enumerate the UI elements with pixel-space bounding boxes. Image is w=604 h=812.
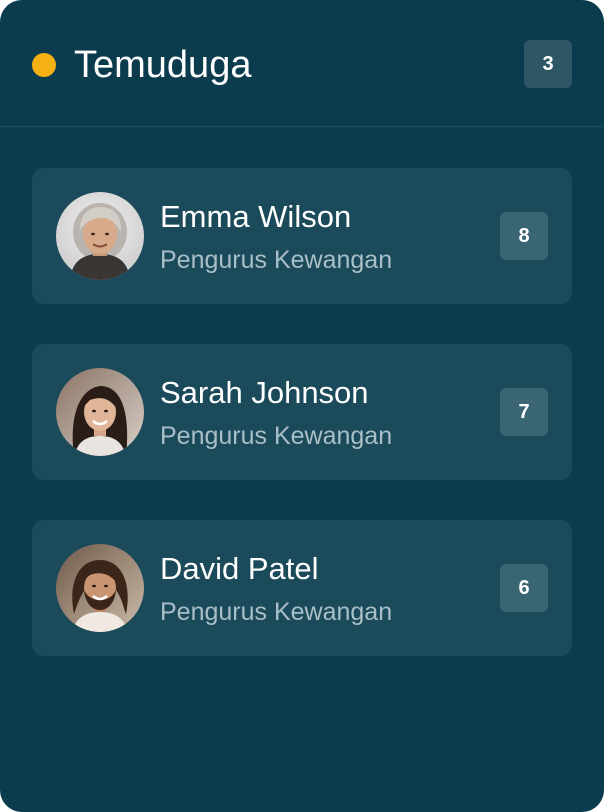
count-badge: 3: [524, 40, 572, 88]
candidate-card[interactable]: David Patel Pengurus Kewangan 6: [32, 520, 572, 656]
candidate-role: Pengurus Kewangan: [160, 422, 393, 450]
candidate-card[interactable]: Sarah Johnson Pengurus Kewangan 7: [32, 344, 572, 480]
status-dot: [32, 53, 56, 77]
candidate-role: Pengurus Kewangan: [160, 246, 393, 274]
score-badge: 6: [500, 564, 548, 612]
candidate-name: David Patel: [160, 551, 319, 586]
avatar-young-woman-icon: [56, 368, 144, 456]
avatar-bearded-man-icon: [56, 544, 144, 632]
avatar: [56, 544, 144, 632]
score-badge: 8: [500, 212, 548, 260]
score-badge: 7: [500, 388, 548, 436]
candidate-card[interactable]: Emma Wilson Pengurus Kewangan 8: [32, 168, 572, 304]
candidate-role: Pengurus Kewangan: [160, 598, 393, 626]
interview-column: Temuduga 3 Emma Wilson Pengurus Kewangan…: [0, 0, 604, 812]
candidate-name: Emma Wilson: [160, 199, 352, 234]
avatar: [56, 192, 144, 280]
column-title: Temuduga: [74, 44, 252, 86]
avatar: [56, 368, 144, 456]
avatar-older-woman-icon: [56, 192, 144, 280]
column-header: Temuduga 3: [0, 0, 604, 127]
candidate-name: Sarah Johnson: [160, 375, 369, 410]
